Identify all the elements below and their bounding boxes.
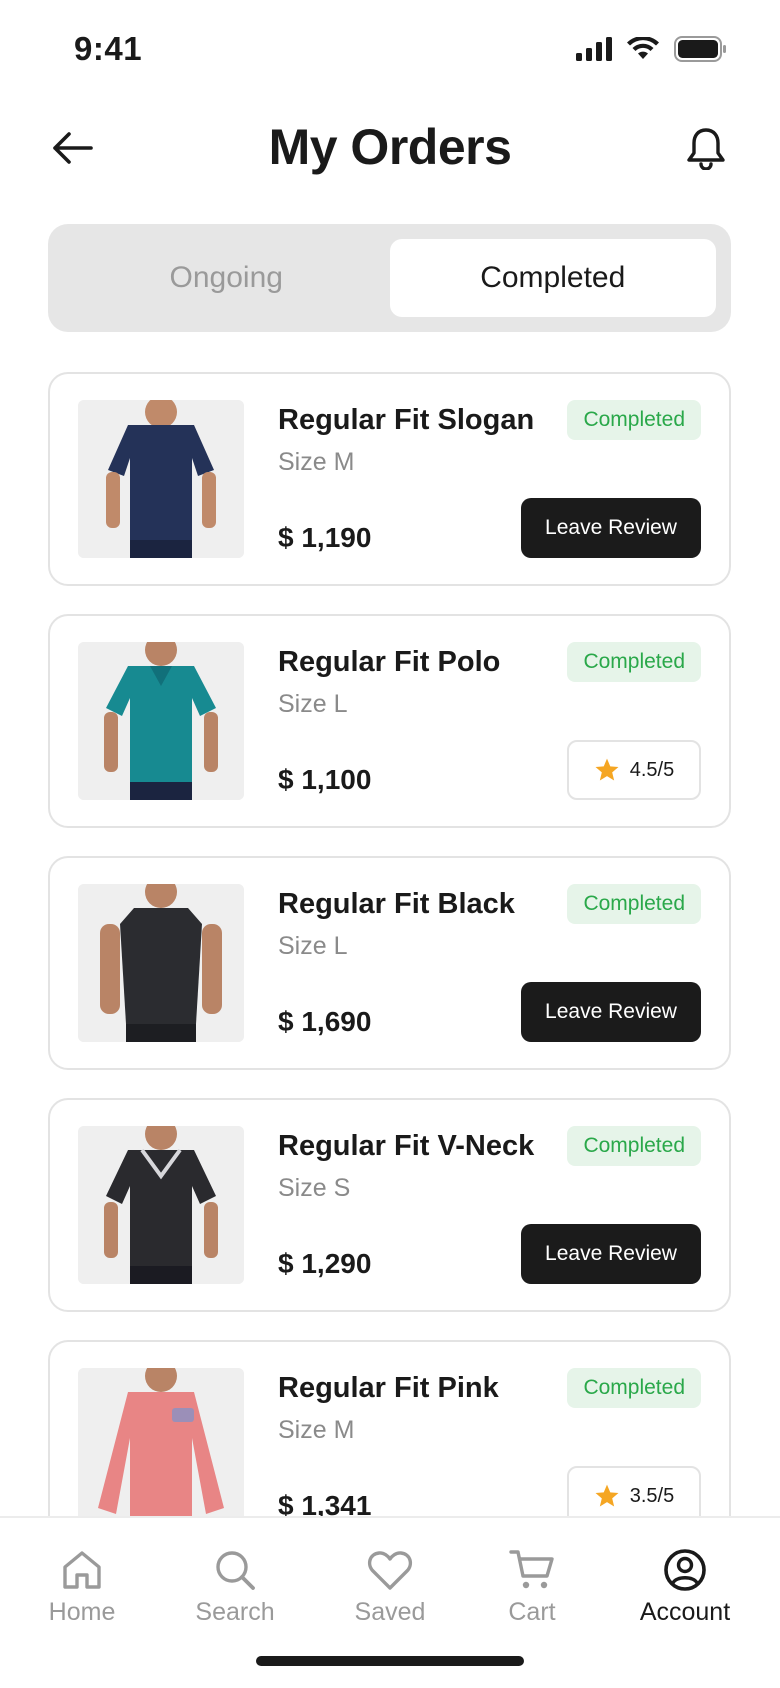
product-price: $ 1,100: [278, 764, 372, 795]
nav-saved[interactable]: Saved: [320, 1548, 460, 1627]
bell-icon: [687, 128, 725, 170]
nav-label: Cart: [508, 1598, 556, 1626]
order-status-tabs: Ongoing Completed: [48, 224, 731, 332]
notifications-button[interactable]: [678, 120, 734, 176]
nav-label: Home: [48, 1598, 116, 1626]
status-badge: Completed: [567, 1126, 701, 1166]
product-price: $ 1,190: [278, 522, 372, 553]
nav-home[interactable]: Home: [12, 1548, 152, 1627]
product-size: Size L: [278, 932, 348, 960]
tab-completed[interactable]: Completed: [389, 239, 716, 317]
rating-display[interactable]: 4.5/5: [567, 740, 701, 800]
star-icon: [595, 758, 619, 781]
status-badge: Completed: [567, 884, 701, 924]
rating-value: 3.5/5: [629, 1484, 675, 1507]
product-price: $ 1,690: [278, 1006, 372, 1037]
status-badge: Completed: [567, 400, 701, 440]
cart-icon: [509, 1550, 554, 1589]
product-size: Size L: [278, 690, 348, 718]
leave-review-button[interactable]: Leave Review: [521, 1224, 701, 1284]
nav-label: Search: [195, 1598, 275, 1626]
cellular-signal-icon: [576, 37, 612, 61]
status-badge: Completed: [567, 642, 701, 682]
product-price: $ 1,290: [278, 1248, 372, 1279]
product-image: [78, 642, 244, 800]
product-name: Regular Fit Pink: [278, 1372, 499, 1404]
product-name: Regular Fit Polo: [278, 646, 501, 678]
home-indicator: [256, 1656, 524, 1666]
product-name: Regular Fit Slogan: [278, 404, 535, 436]
nav-account[interactable]: Account: [615, 1548, 755, 1627]
wifi-icon: [627, 37, 659, 59]
nav-label: Saved: [354, 1598, 426, 1626]
order-card[interactable]: Regular Fit Black Size L $ 1,690 Complet…: [48, 856, 731, 1070]
status-time: 9:41: [74, 30, 143, 67]
status-badge: Completed: [567, 1368, 701, 1408]
product-image: [78, 884, 244, 1042]
heart-icon: [367, 1551, 413, 1590]
battery-icon: [674, 36, 726, 62]
rating-value: 4.5/5: [629, 758, 675, 781]
product-size: Size M: [278, 448, 355, 476]
tab-ongoing[interactable]: Ongoing: [63, 239, 390, 317]
account-icon: [664, 1549, 706, 1591]
product-name: Regular Fit V-Neck: [278, 1130, 535, 1162]
order-card[interactable]: Regular Fit Slogan Size M $ 1,190 Comple…: [48, 372, 731, 586]
nav-label: Account: [639, 1598, 731, 1626]
nav-search[interactable]: Search: [165, 1548, 305, 1627]
star-icon: [595, 1484, 619, 1507]
status-bar: 9:41: [0, 0, 780, 100]
orders-list: Regular Fit Slogan Size M $ 1,190 Comple…: [48, 372, 731, 1582]
order-card[interactable]: Regular Fit Polo Size L $ 1,100 Complete…: [48, 614, 731, 828]
product-image: [78, 1368, 244, 1526]
nav-cart[interactable]: Cart: [462, 1548, 602, 1627]
leave-review-button[interactable]: Leave Review: [521, 498, 701, 558]
order-card[interactable]: Regular Fit V-Neck Size S $ 1,290 Comple…: [48, 1098, 731, 1312]
product-name: Regular Fit Black: [278, 888, 515, 920]
product-image: [78, 400, 244, 558]
leave-review-button[interactable]: Leave Review: [521, 982, 701, 1042]
header: My Orders: [0, 110, 780, 190]
product-size: Size S: [278, 1174, 351, 1202]
status-icons: [576, 36, 728, 62]
page-title: My Orders: [268, 119, 512, 175]
home-icon: [63, 1551, 101, 1589]
product-image: [78, 1126, 244, 1284]
product-size: Size M: [278, 1416, 355, 1444]
search-icon: [216, 1551, 255, 1590]
